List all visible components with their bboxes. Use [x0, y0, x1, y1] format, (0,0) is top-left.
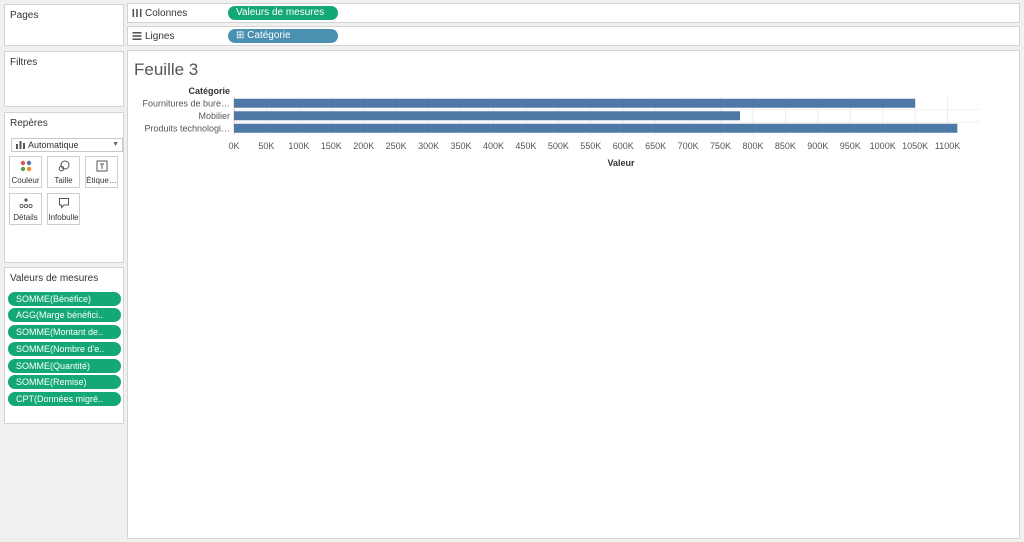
- x-tick-label: 950K: [840, 141, 861, 151]
- measure-pill[interactable]: CPT(Données migré..: [8, 392, 121, 406]
- category-label: Produits technologi…: [144, 123, 230, 133]
- tooltip-icon: [58, 198, 69, 209]
- rows-shelf[interactable]: Lignes ⊞ Catégorie: [127, 26, 1020, 46]
- mark-type-dropdown[interactable]: Automatique ▼: [11, 138, 123, 152]
- tooltip-button[interactable]: Infobulle: [47, 193, 80, 225]
- x-tick-label: 750K: [710, 141, 731, 151]
- mark-type-label: Automatique: [28, 140, 79, 150]
- columns-icon: [132, 9, 142, 17]
- category-label: Fournitures de bure…: [142, 98, 230, 108]
- x-tick-label: 900K: [807, 141, 828, 151]
- detail-button-label: Détails: [13, 213, 38, 222]
- label-button[interactable]: Étique…: [85, 156, 118, 188]
- pages-title: Pages: [10, 10, 39, 21]
- label-button-label: Étique…: [86, 176, 117, 185]
- x-tick-label: 0K: [228, 141, 239, 151]
- marks-card: Repères Automatique ▼ Couleur Taille Éti…: [4, 112, 124, 263]
- x-tick-label: 400K: [483, 141, 504, 151]
- color-button-label: Couleur: [11, 176, 40, 185]
- x-tick-label: 700K: [678, 141, 699, 151]
- chevron-down-icon: ▼: [112, 141, 119, 148]
- x-tick-label: 1050K: [902, 141, 928, 151]
- measure-pill[interactable]: SOMME(Remise): [8, 375, 121, 389]
- x-tick-label: 300K: [418, 141, 439, 151]
- tooltip-button-label: Infobulle: [48, 213, 79, 222]
- bar-chart: Catégorie Fournitures de bure… Mobilier Pro…: [142, 86, 980, 168]
- x-tick-label: 550K: [580, 141, 601, 151]
- x-tick-label: 350K: [451, 141, 472, 151]
- x-tick-label: 250K: [386, 141, 407, 151]
- x-tick-label: 50K: [258, 141, 274, 151]
- bar-chart-icon: [16, 141, 25, 149]
- rows-category-pill[interactable]: ⊞ Catégorie: [228, 29, 338, 43]
- x-tick-label: 600K: [613, 141, 634, 151]
- x-tick-label: 500K: [548, 141, 569, 151]
- category-header: Catégorie: [188, 86, 230, 96]
- sheet-view: Feuille 3 Catégorie Fournitures de bure… M…: [127, 50, 1020, 539]
- filters-title: Filtres: [10, 57, 38, 68]
- measure-pill[interactable]: AGG(Marge bénéfici..: [8, 308, 121, 322]
- size-button-label: Taille: [54, 176, 73, 185]
- color-icon: [20, 160, 31, 172]
- columns-label: Colonnes: [145, 8, 188, 19]
- measure-values-card: Valeurs de mesures SOMME(Bénéfice) AGG(M…: [4, 267, 124, 424]
- x-tick-label: 1100K: [935, 141, 960, 151]
- x-tick-label: 1000K: [870, 141, 896, 151]
- x-tick-label: 200K: [353, 141, 374, 151]
- measure-pill[interactable]: SOMME(Quantité): [8, 359, 121, 373]
- bar[interactable]: [234, 98, 916, 108]
- columns-measure-values-pill[interactable]: Valeurs de mesures: [228, 6, 338, 20]
- x-tick-label: 150K: [321, 141, 342, 151]
- measure-pill[interactable]: SOMME(Nombre d'e..: [8, 342, 121, 356]
- filters-card[interactable]: Filtres: [4, 51, 124, 107]
- x-tick-label: 850K: [775, 141, 796, 151]
- marks-title: Repères: [10, 118, 48, 129]
- measure-pill[interactable]: SOMME(Bénéfice): [8, 292, 121, 306]
- rows-label: Lignes: [145, 31, 175, 42]
- detail-icon: [18, 198, 33, 209]
- detail-button[interactable]: Détails: [9, 193, 42, 225]
- pages-card: Pages: [4, 4, 124, 46]
- size-button[interactable]: Taille: [47, 156, 80, 188]
- x-tick-label: 800K: [742, 141, 763, 151]
- bar[interactable]: [234, 111, 740, 121]
- rows-icon: [132, 32, 142, 40]
- measure-pill[interactable]: SOMME(Montant de..: [8, 325, 121, 339]
- x-tick-label: 100K: [288, 141, 309, 151]
- x-tick-label: 650K: [645, 141, 666, 151]
- columns-shelf[interactable]: Colonnes Valeurs de mesures: [127, 3, 1020, 23]
- bar[interactable]: [234, 123, 958, 133]
- size-icon: [58, 160, 69, 172]
- x-tick-label: 450K: [515, 141, 536, 151]
- color-button[interactable]: Couleur: [9, 156, 42, 188]
- measure-values-title: Valeurs de mesures: [10, 273, 99, 284]
- label-icon: [96, 160, 107, 172]
- x-axis-title: Valeur: [607, 158, 635, 168]
- category-label: Mobilier: [198, 111, 230, 121]
